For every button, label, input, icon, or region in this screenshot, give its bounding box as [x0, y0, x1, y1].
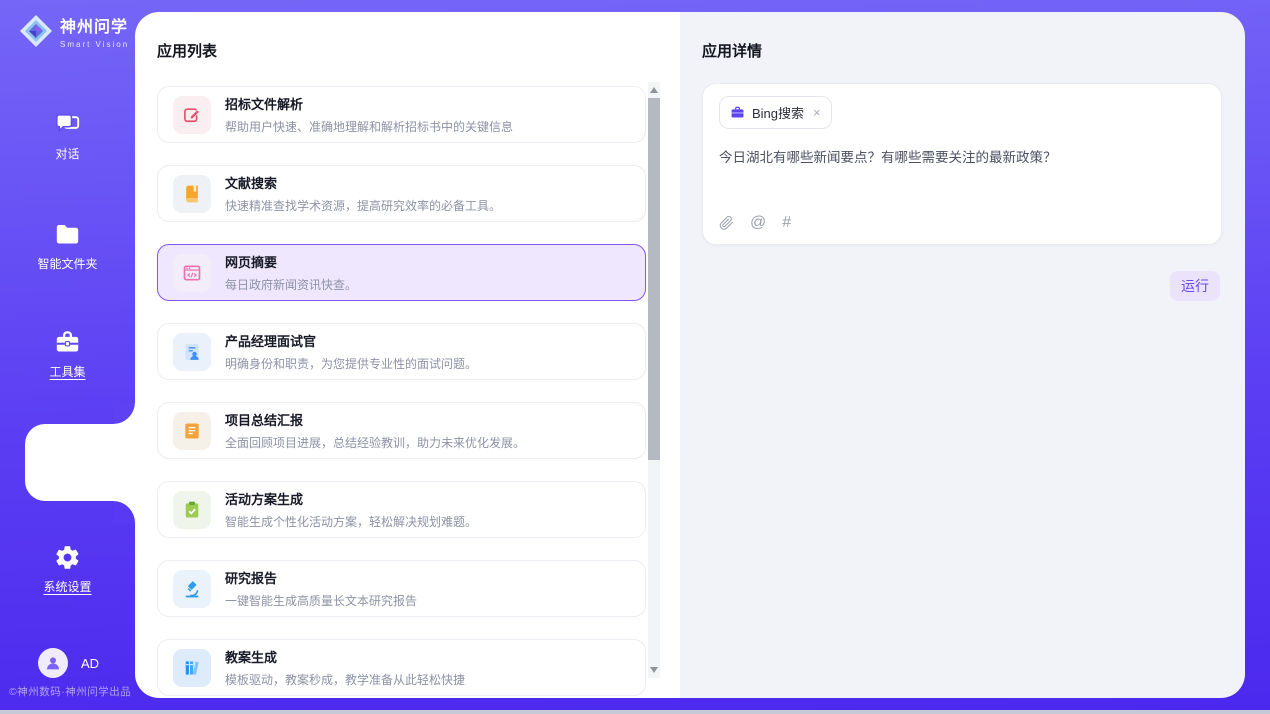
app-card-bid-analysis[interactable]: 招标文件解析 帮助用户快速、准确地理解和解析招标书中的关键信息: [157, 86, 646, 143]
app-list-panel: 应用列表 招标文件解析 帮助用户快速、准确地理解和解析招标书中的关键信息: [135, 12, 680, 698]
bubble-top-fillet: [113, 402, 135, 424]
app-title: 产品经理面试官: [225, 331, 477, 350]
main-content: 应用列表 招标文件解析 帮助用户快速、准确地理解和解析招标书中的关键信息: [135, 12, 1245, 698]
window-bottom-edge: [0, 710, 1270, 714]
app-title: 研究报告: [225, 568, 417, 587]
brand-logo: 神州问学 Smart Vision: [18, 13, 129, 49]
user-initials: AD: [81, 656, 99, 671]
close-icon[interactable]: ×: [813, 105, 821, 120]
avatar: [38, 648, 68, 678]
hashtag-icon[interactable]: #: [782, 215, 791, 231]
app-card-pm-interviewer[interactable]: 产品经理面试官 明确身份和职责，为您提供专业性的面试问题。: [157, 323, 646, 380]
app-card-event-plan[interactable]: 活动方案生成 智能生成个性化活动方案，轻松解决规划难题。: [157, 481, 646, 538]
bubble-bottom-fillet: [113, 501, 135, 523]
query-input[interactable]: 今日湖北有哪些新闻要点？有哪些需要关注的最新政策？: [719, 146, 1205, 166]
sidebar-item-label: 系统设置: [0, 578, 135, 595]
app-list-title: 应用列表: [157, 40, 217, 61]
book-icon: [173, 175, 211, 213]
app-desc: 明确身份和职责，为您提供专业性的面试问题。: [225, 355, 477, 372]
app-desc: 智能生成个性化活动方案，轻松解决规划难题。: [225, 513, 477, 530]
books-icon: [173, 649, 211, 687]
scroll-down-arrow-icon[interactable]: [650, 667, 658, 673]
app-desc: 全面回顾项目进展，总结经验教训，助力未来优化发展。: [225, 434, 525, 451]
sidebar-item-chat[interactable]: 对话: [0, 110, 135, 162]
attachment-icon[interactable]: [719, 215, 734, 231]
sidebar-item-label: 对话: [0, 145, 135, 162]
scroll-up-arrow-icon[interactable]: [650, 87, 658, 93]
tool-chip-label: Bing搜索: [752, 103, 804, 122]
app-desc: 模板驱动，教案秒成，教学准备从此轻松快捷: [225, 671, 465, 688]
app-desc: 快速精准查找学术资源，提高研究效率的必备工具。: [225, 197, 501, 214]
edit-doc-icon: [173, 96, 211, 134]
toolbox-icon: [54, 328, 82, 356]
brand-name: 神州问学: [60, 13, 129, 37]
app-card-web-summary[interactable]: 网页摘要 每日政府新闻资讯快查。: [157, 244, 646, 301]
scrollbar-thumb[interactable]: [648, 98, 660, 460]
sidebar-item-label: 智能文件夹: [0, 255, 135, 272]
briefcase-icon: [730, 105, 745, 120]
browser-code-icon: [173, 254, 211, 292]
microscope-icon: [173, 570, 211, 608]
chat-icon: [54, 110, 82, 138]
app-title: 招标文件解析: [225, 94, 513, 113]
sidebar-item-label: 工具集: [0, 363, 135, 380]
app-detail-panel: 应用详情 Bing搜索 × 今日湖北有哪些新闻要点？有哪些需要关注的最新政策？: [680, 12, 1245, 698]
copyright-text: ©神州数码·神州问学出品: [9, 684, 131, 699]
run-button[interactable]: 运行: [1170, 271, 1220, 301]
clipboard-check-icon: [173, 491, 211, 529]
memo-icon: [173, 412, 211, 450]
app-card-lesson-plan[interactable]: 教案生成 模板驱动，教案秒成，教学准备从此轻松快捷: [157, 639, 646, 696]
app-card-research-report[interactable]: 研究报告 一键智能生成高质量长文本研究报告: [157, 560, 646, 617]
sidebar-item-toolset[interactable]: 工具集: [0, 328, 135, 380]
app-desc: 一键智能生成高质量长文本研究报告: [225, 592, 417, 609]
sidebar-item-smart-folder[interactable]: 智能文件夹: [0, 220, 135, 272]
app-title: 文献搜索: [225, 173, 501, 192]
app-detail-title: 应用详情: [702, 40, 762, 61]
app-title: 活动方案生成: [225, 489, 477, 508]
tool-chip-bing-search[interactable]: Bing搜索 ×: [719, 96, 832, 129]
list-scrollbar: [648, 82, 660, 678]
mention-icon[interactable]: @: [750, 215, 766, 231]
composer-card: Bing搜索 × 今日湖北有哪些新闻要点？有哪些需要关注的最新政策？ @ #: [702, 83, 1222, 245]
app-card-project-summary[interactable]: 项目总结汇报 全面回顾项目进展，总结经验教训，助力未来优化发展。: [157, 402, 646, 459]
gem-logo-icon: [18, 13, 54, 49]
app-title: 项目总结汇报: [225, 410, 525, 429]
app-title: 网页摘要: [225, 252, 357, 271]
app-card-literature-search[interactable]: 文献搜索 快速精准查找学术资源，提高研究效率的必备工具。: [157, 165, 646, 222]
user-account[interactable]: AD: [38, 648, 99, 678]
sidebar: 神州问学 Smart Vision 对话 智能文件夹: [0, 0, 135, 710]
app-desc: 每日政府新闻资讯快查。: [225, 276, 357, 293]
app-card-list: 招标文件解析 帮助用户快速、准确地理解和解析招标书中的关键信息 文献搜索 快速精…: [157, 86, 646, 698]
gear-icon: [54, 543, 82, 571]
folder-icon: [54, 220, 82, 248]
app-title: 教案生成: [225, 647, 465, 666]
active-nav-bubble: [25, 424, 135, 501]
brand-subtitle: Smart Vision: [60, 40, 129, 49]
app-desc: 帮助用户快速、准确地理解和解析招标书中的关键信息: [225, 118, 513, 135]
sidebar-item-settings[interactable]: 系统设置: [0, 543, 135, 595]
composer-toolbar: @ #: [719, 215, 791, 231]
interview-icon: [173, 333, 211, 371]
